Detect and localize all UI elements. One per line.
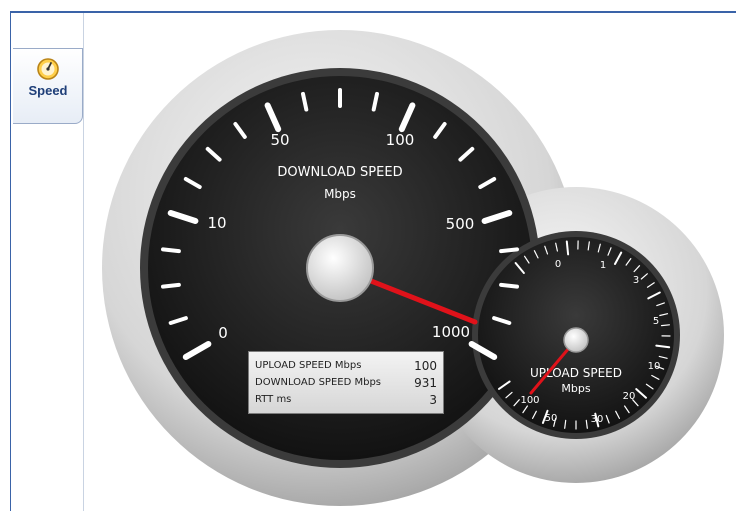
rtt-result-value: 3 <box>429 393 437 407</box>
results-panel: UPLOAD SPEED Mbps 100 DOWNLOAD SPEED Mbp… <box>248 351 444 414</box>
upload-result-label: UPLOAD SPEED Mbps <box>255 360 362 371</box>
dial-minor-tick <box>161 247 181 254</box>
upload-needle-hub <box>563 327 589 353</box>
download-result-value: 931 <box>414 376 437 390</box>
upload-scale-label: 3 <box>633 275 639 286</box>
download-scale-label: 0 <box>218 324 228 342</box>
rtt-result-row: RTT ms 3 <box>255 392 437 408</box>
upload-scale-label: 30 <box>591 414 604 425</box>
dial-minor-tick <box>161 282 181 289</box>
download-scale-label: 50 <box>270 131 289 149</box>
download-result-row: DOWNLOAD SPEED Mbps 931 <box>255 375 437 391</box>
upload-scale-label: 5 <box>653 316 659 327</box>
speed-gauges: DOWNLOAD SPEED Mbps 0 10 50 100 500 1000… <box>102 30 724 506</box>
download-gauge-title: DOWNLOAD SPEED <box>277 165 402 180</box>
download-scale-label: 10 <box>207 214 226 232</box>
download-scale-label: 500 <box>446 215 475 233</box>
dial-minor-tick <box>499 247 519 254</box>
dial-minor-tick <box>660 324 671 327</box>
dial-minor-tick <box>499 282 519 289</box>
upload-scale-label: 0 <box>555 259 561 270</box>
download-needle-hub <box>306 234 374 302</box>
upload-scale-label: 1 <box>600 260 606 271</box>
dial-major-tick <box>565 240 570 256</box>
download-result-label: DOWNLOAD SPEED Mbps <box>255 377 381 388</box>
download-scale-label: 1000 <box>432 323 470 341</box>
download-scale-label: 100 <box>386 131 415 149</box>
upload-scale-label: 50 <box>545 413 558 424</box>
upload-result-value: 100 <box>414 359 437 373</box>
rtt-result-label: RTT ms <box>255 394 292 405</box>
download-gauge-unit: Mbps <box>324 187 356 201</box>
upload-result-row: UPLOAD SPEED Mbps 100 <box>255 358 437 374</box>
upload-scale-label: 20 <box>623 391 636 402</box>
upload-scale-label: 100 <box>520 395 539 406</box>
upload-scale-label: 10 <box>648 361 661 372</box>
upload-gauge-unit: Mbps <box>561 382 590 395</box>
